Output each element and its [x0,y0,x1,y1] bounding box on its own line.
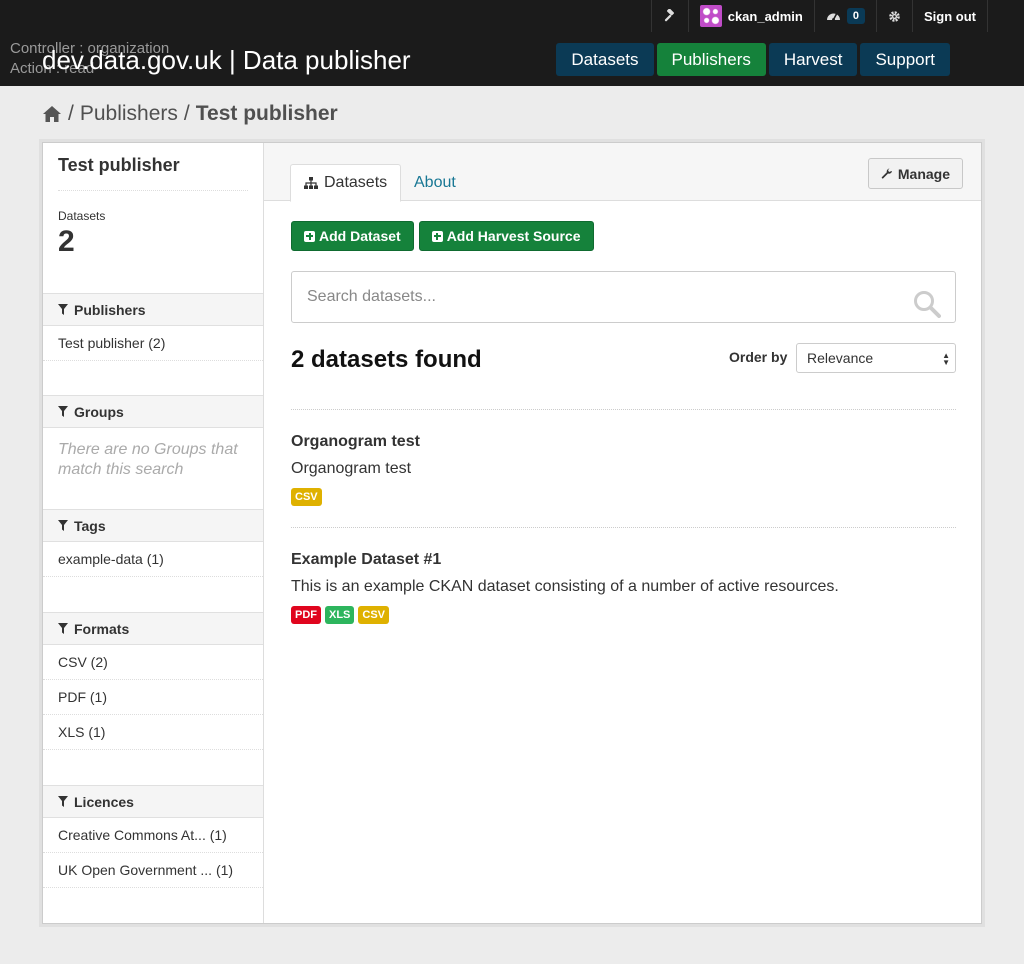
account-masthead: ckan_admin 0 Sign out [650,0,988,32]
home-icon[interactable] [42,105,62,123]
search-input[interactable] [292,272,892,322]
results-count: 2 datasets found [291,346,482,373]
org-info: Test publisher Datasets 2 [43,143,263,259]
dataset-notes: This is an example CKAN dataset consisti… [291,578,839,595]
dataset-title[interactable]: Organogram test [291,433,956,451]
main-nav: Datasets Publishers Harvest Support [556,43,950,76]
order-by-select[interactable]: Relevance ▲ ▼ [796,343,956,373]
filter-icon [58,406,68,417]
filter-icon [58,796,68,807]
facet-item[interactable]: Test publisher (2) [43,326,263,361]
dataset-title[interactable]: Example Dataset #1 [291,551,956,569]
avatar [699,5,722,27]
search-icon[interactable] [913,290,941,318]
tab-about[interactable]: About [401,164,469,202]
sign-out-label: Sign out [924,8,976,24]
facet-formats: Formats CSV (2) PDF (1) XLS (1) [43,612,263,750]
facet-title: Publishers [74,301,146,318]
add-dataset-button[interactable]: Add Dataset [291,221,414,251]
facet-heading: Publishers [43,293,263,326]
breadcrumb-publishers[interactable]: Publishers [80,102,178,126]
breadcrumb-separator: / [183,102,190,125]
facet-item[interactable]: CSV (2) [43,645,263,680]
tab-bar: Datasets About Manage [264,143,981,202]
facet-title: Licences [74,793,134,810]
format-badge-xls[interactable]: XLS [325,606,355,624]
nav-datasets[interactable]: Datasets [556,43,654,76]
datasets-stat-label: Datasets [58,209,106,223]
divider [291,527,956,528]
breadcrumb-current[interactable]: Test publisher [196,102,338,126]
org-title: Test publisher [58,155,248,191]
select-arrows-icon: ▲ ▼ [942,351,950,367]
page-actions: Add Dataset Add Harvest Source [291,221,594,251]
facet-tags: Tags example-data (1) [43,509,263,577]
format-badges: CSV [291,488,956,506]
format-badges: PDF XLS CSV [291,606,956,624]
facet-licences: Licences Creative Commons At... (1) UK O… [43,785,263,888]
facet-item[interactable]: XLS (1) [43,715,263,750]
facet-item[interactable]: Creative Commons At... (1) [43,818,263,853]
main-wrapper: Test publisher Datasets 2 Publishers Tes… [42,142,982,924]
facet-heading: Groups [43,395,263,428]
plus-square-icon [304,230,315,242]
order-by-value: Relevance [807,350,874,366]
sitemap-icon [304,177,318,189]
facet-heading: Formats [43,612,263,645]
add-harvest-label: Add Harvest Source [446,228,581,244]
facet-title: Tags [74,517,106,534]
facet-groups: Groups There are no Groups that match th… [43,395,263,480]
facet-publishers: Publishers Test publisher (2) [43,293,263,361]
filter-icon [58,520,68,531]
facet-item[interactable]: UK Open Government ... (1) [43,853,263,888]
divider [291,409,956,410]
settings-link[interactable] [876,0,912,32]
breadcrumb-separator: / [68,102,74,125]
manage-button[interactable]: Manage [867,158,963,189]
nav-support[interactable]: Support [860,43,950,76]
sign-out-link[interactable]: Sign out [912,0,988,32]
dataset-notes: Organogram test [291,460,412,477]
username: ckan_admin [727,8,803,24]
dataset-item: Organogram test Organogram test CSV [291,433,956,506]
filter-icon [58,304,68,315]
gear-icon [889,10,900,22]
nav-harvest[interactable]: Harvest [768,43,858,76]
facet-heading: Tags [43,509,263,542]
order-by-label: Order by [729,349,788,365]
facet-item[interactable]: example-data (1) [43,542,263,577]
add-dataset-label: Add Dataset [319,228,401,244]
dashboard-link[interactable]: 0 [813,0,876,32]
sysadmin-link[interactable] [650,0,688,32]
format-badge-csv[interactable]: CSV [291,488,322,506]
facet-empty-message: There are no Groups that match this sear… [58,441,238,478]
gavel-icon [664,9,674,22]
wrench-icon [881,168,892,179]
tab-datasets-label: Datasets [324,174,388,191]
activity-count-badge: 0 [846,8,865,24]
plus-square-icon [431,230,443,242]
breadcrumb: / Publishers / Test publisher [42,100,338,128]
search-box [291,271,956,323]
facet-title: Groups [74,403,124,420]
primary-content: Datasets About Manage Add Dataset Add Ha… [264,143,981,923]
facet-title: Formats [74,620,130,637]
manage-label: Manage [897,165,950,182]
dataset-item: Example Dataset #1 This is an example CK… [291,551,956,624]
masthead: ckan_admin 0 Sign out Controller : organ… [0,0,1024,86]
sidebar: Test publisher Datasets 2 Publishers Tes… [43,143,264,923]
nav-publishers[interactable]: Publishers [656,43,766,76]
filter-icon [58,623,68,634]
facet-item[interactable]: PDF (1) [43,680,263,715]
facet-heading: Licences [43,785,263,818]
format-badge-csv[interactable]: CSV [358,606,390,624]
add-harvest-source-button[interactable]: Add Harvest Source [418,221,594,251]
dashboard-icon [826,13,840,21]
format-badge-pdf[interactable]: PDF [291,606,321,624]
user-link[interactable]: ckan_admin [687,0,814,32]
tab-datasets[interactable]: Datasets [290,164,402,202]
datasets-stat-value: 2 [58,225,75,258]
site-title[interactable]: dev.data.gov.uk | Data publisher [42,44,411,76]
